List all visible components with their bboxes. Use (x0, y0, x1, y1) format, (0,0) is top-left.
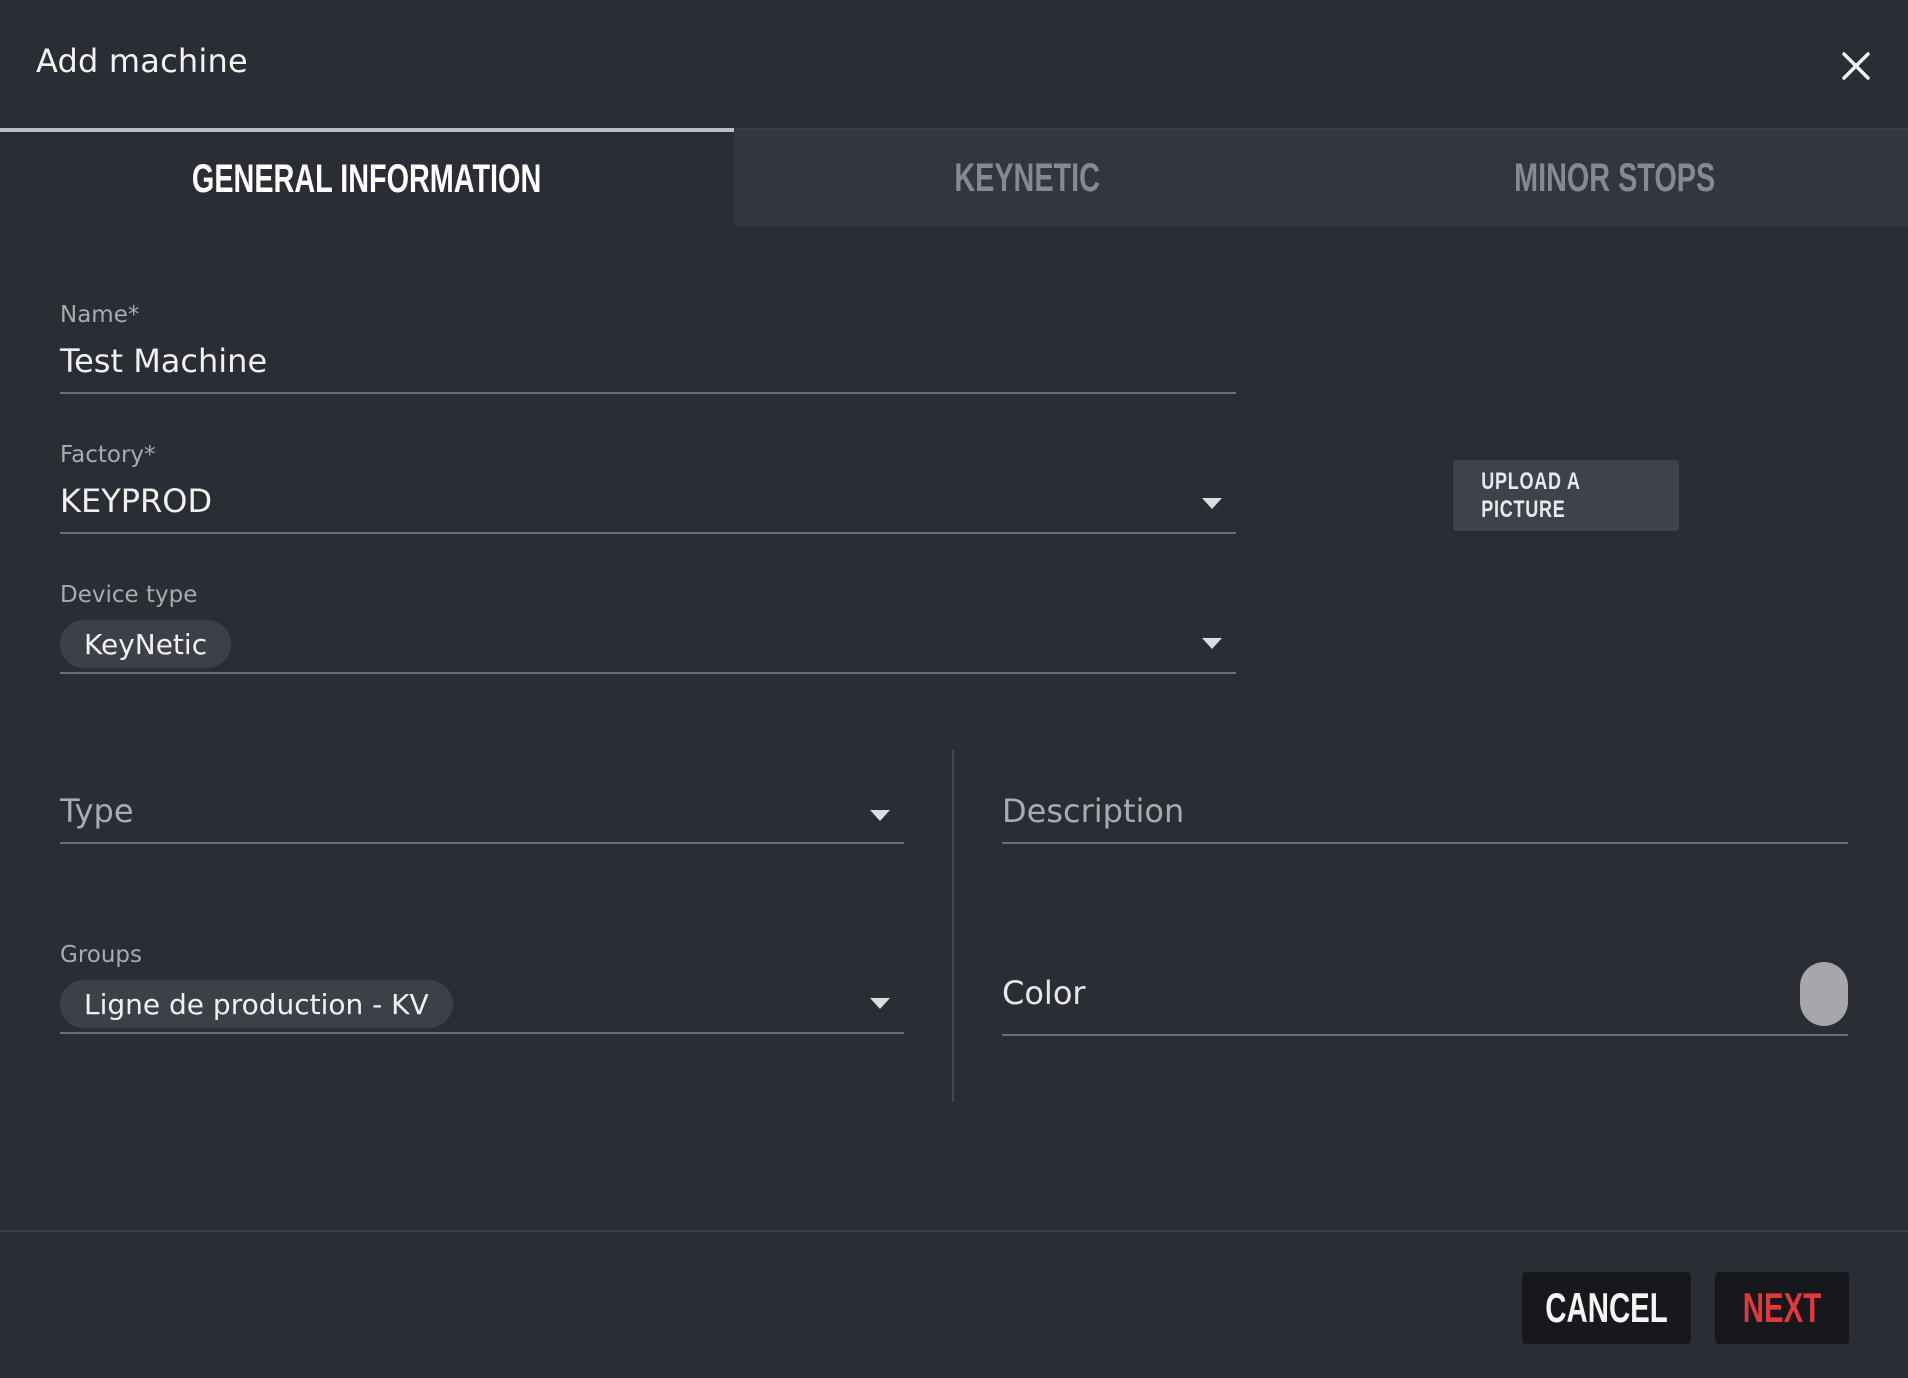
next-button[interactable]: NEXT (1715, 1272, 1849, 1344)
tab-label: GENERAL INFORMATION (192, 156, 542, 201)
color-label: Color (1002, 974, 1086, 1012)
device-type-label: Device type (60, 582, 198, 608)
dialog-header: Add machine (0, 0, 1908, 128)
factory-label: Factory* (60, 442, 156, 468)
footer-divider (0, 1230, 1908, 1232)
description-input[interactable]: Description (1002, 788, 1848, 844)
chevron-down-icon[interactable] (1202, 638, 1222, 649)
name-value: Test Machine (60, 342, 268, 380)
type-select[interactable]: Type (60, 788, 904, 844)
name-field[interactable]: Test Machine (60, 340, 1236, 394)
column-divider (952, 750, 954, 1102)
groups-chip[interactable]: Ligne de production - KV (60, 980, 453, 1028)
chevron-down-icon[interactable] (870, 998, 890, 1009)
tab-minor-stops[interactable]: MINOR STOPS (1321, 128, 1908, 226)
factory-select[interactable]: KEYPROD (60, 480, 1236, 534)
device-type-select[interactable]: KeyNetic (60, 614, 1236, 674)
dialog-title: Add machine (36, 42, 248, 80)
next-label: NEXT (1742, 1284, 1822, 1331)
close-button[interactable] (1836, 46, 1876, 86)
upload-picture-label: UPLOAD A PICTURE (1481, 467, 1580, 523)
add-machine-dialog: Add machine GENERAL INFORMATION KEYNETIC… (0, 0, 1908, 1378)
color-swatch[interactable] (1800, 962, 1848, 1026)
device-type-chip[interactable]: KeyNetic (60, 620, 232, 668)
chevron-down-icon[interactable] (870, 810, 890, 821)
close-icon (1842, 52, 1870, 80)
color-field[interactable]: Color (1002, 966, 1848, 1036)
tab-keynetic[interactable]: KEYNETIC (734, 128, 1321, 226)
upload-picture-button[interactable]: UPLOAD A PICTURE (1453, 460, 1679, 531)
chevron-down-icon[interactable] (1202, 498, 1222, 509)
tab-label: KEYNETIC (954, 155, 1101, 200)
factory-value: KEYPROD (60, 482, 213, 520)
tab-general-information[interactable]: GENERAL INFORMATION (0, 128, 734, 226)
groups-select[interactable]: Ligne de production - KV (60, 974, 904, 1034)
cancel-label: CANCEL (1545, 1284, 1668, 1331)
cancel-button[interactable]: CANCEL (1522, 1272, 1691, 1344)
tab-label: MINOR STOPS (1513, 155, 1716, 200)
description-placeholder: Description (1002, 792, 1185, 830)
type-placeholder: Type (60, 792, 134, 830)
groups-label: Groups (60, 942, 143, 968)
tab-bar: GENERAL INFORMATION KEYNETIC MINOR STOPS (0, 128, 1908, 226)
name-label: Name* (60, 302, 140, 328)
